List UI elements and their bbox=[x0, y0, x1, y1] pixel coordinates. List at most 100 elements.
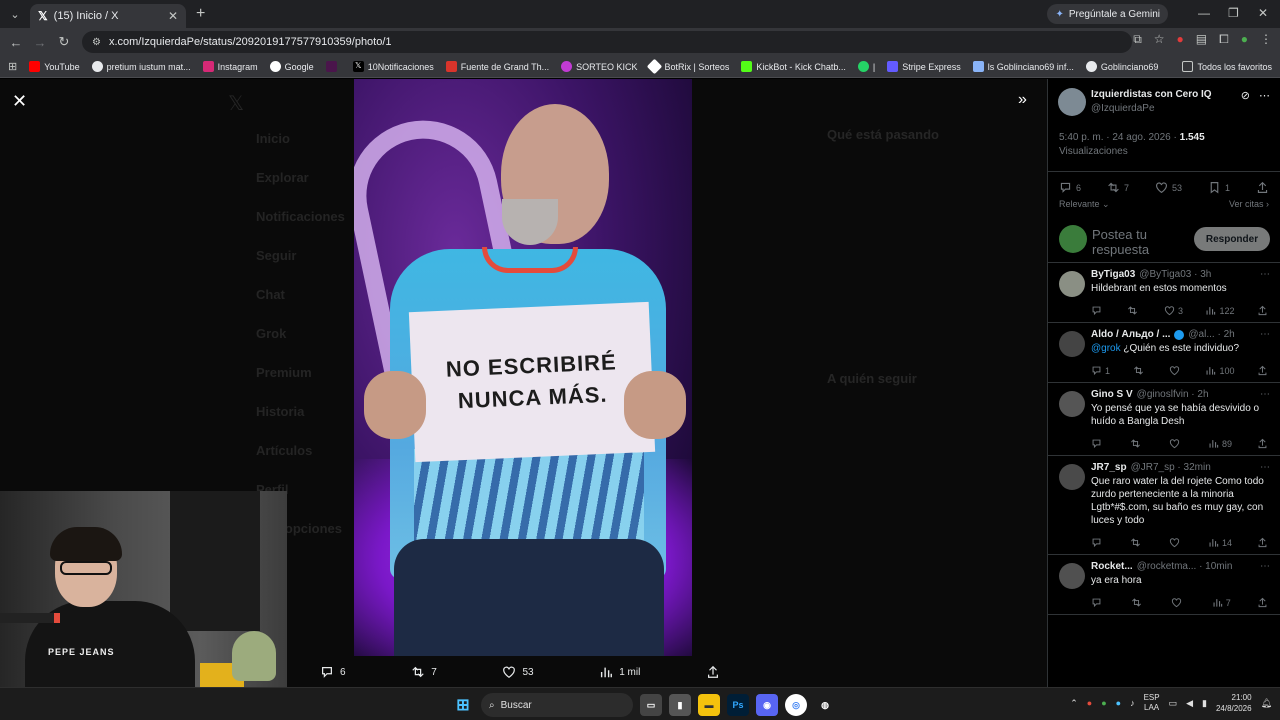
minimize-icon[interactable]: — bbox=[1198, 6, 1210, 20]
sort-relevance-dropdown[interactable]: Relevante ⌄ bbox=[1059, 199, 1110, 217]
reply-reply-button[interactable] bbox=[1091, 438, 1105, 449]
bookmark-sorteo-kick[interactable]: SORTEO KICK bbox=[561, 61, 637, 72]
app-icon[interactable]: ▮ bbox=[669, 694, 691, 716]
view-quotes-link[interactable]: Ver citas › bbox=[1229, 199, 1269, 217]
apps-grid-icon[interactable]: ⊞ bbox=[8, 60, 17, 73]
bookmark-youtube[interactable]: YouTube bbox=[29, 61, 80, 72]
more-options-icon[interactable]: ⋯ bbox=[1260, 269, 1270, 280]
photo-like-button[interactable]: 53 bbox=[502, 665, 534, 679]
reply-avatar[interactable] bbox=[1059, 563, 1085, 589]
reply-share-button[interactable] bbox=[1257, 438, 1268, 449]
taskbar-search[interactable]: ⌕ Buscar bbox=[481, 693, 633, 717]
reply-repost-button[interactable] bbox=[1130, 537, 1144, 548]
reply-views-button[interactable]: 7 bbox=[1212, 597, 1231, 608]
bookmark-goblinciano[interactable]: Goblinciano69 bbox=[1085, 61, 1158, 72]
reply-author-name[interactable]: Aldo / Альдо / ... bbox=[1091, 329, 1170, 340]
new-tab-icon[interactable]: + bbox=[196, 5, 205, 23]
address-bar[interactable]: ⚙ x.com/IzquierdaPe/status/2092019177577… bbox=[82, 31, 1132, 53]
reply-button[interactable]: 6 bbox=[1059, 181, 1081, 194]
notifications-bell-icon[interactable]: 🔔︎ bbox=[1261, 698, 1272, 709]
reply-views-button[interactable]: 122 bbox=[1205, 305, 1235, 316]
reply-reply-button[interactable] bbox=[1091, 597, 1105, 608]
file-explorer-icon[interactable]: ▬ bbox=[698, 694, 720, 716]
photo-reply-button[interactable]: 6 bbox=[320, 665, 346, 679]
chrome-icon[interactable]: ◎ bbox=[785, 694, 807, 716]
reply-item[interactable]: ByTiga03 @ByTiga03 · 3h ⋯ Hildebrant en e… bbox=[1048, 263, 1280, 323]
reply-views-button[interactable]: 89 bbox=[1208, 438, 1232, 449]
photo-repost-button[interactable]: 7 bbox=[411, 665, 437, 679]
collapse-sidebar-icon[interactable]: » bbox=[1018, 91, 1027, 109]
discord-icon[interactable]: ◉ bbox=[756, 694, 778, 716]
site-info-icon[interactable]: ⚙ bbox=[92, 37, 101, 48]
back-icon[interactable]: ← bbox=[4, 35, 28, 50]
reply-item[interactable]: Gino S V @ginoslfvin · 2h ⋯ Yo pensé que … bbox=[1048, 383, 1280, 456]
extension-icon[interactable]: ▤ bbox=[1196, 32, 1207, 47]
more-options-icon[interactable]: ⋯ bbox=[1260, 389, 1270, 400]
bookmark-notificaciones[interactable]: 𝕏 10Notificaciones bbox=[352, 61, 434, 72]
reply-input[interactable]: Postea tu respuesta bbox=[1092, 227, 1172, 257]
reply-author-name[interactable]: Rocket... bbox=[1091, 561, 1133, 572]
more-options-icon[interactable]: ⋯ bbox=[1260, 561, 1270, 572]
share-button[interactable] bbox=[1256, 181, 1269, 194]
bookmark-slack[interactable] bbox=[325, 61, 341, 72]
tray-chevron-icon[interactable]: ⌃ bbox=[1070, 698, 1078, 709]
tray-mic-icon[interactable]: ♪ bbox=[1130, 698, 1135, 708]
all-bookmarks-folder[interactable]: Todos los favoritos bbox=[1182, 61, 1272, 72]
chrome-menu-icon[interactable]: ⋮ bbox=[1260, 32, 1272, 47]
more-options-icon[interactable]: ⋯ bbox=[1260, 329, 1270, 340]
bookmark-pretium[interactable]: pretium iustum mat... bbox=[91, 61, 191, 72]
tray-app-icon[interactable]: ● bbox=[1087, 698, 1092, 708]
obs-icon[interactable]: ◍ bbox=[814, 694, 836, 716]
reply-avatar[interactable] bbox=[1059, 391, 1085, 417]
restore-icon[interactable]: ❐ bbox=[1228, 6, 1239, 20]
author-name[interactable]: Izquierdistas con Cero IQ bbox=[1091, 89, 1212, 100]
more-options-icon[interactable]: ⋯ bbox=[1260, 462, 1270, 473]
bookmark-kickbot[interactable]: KickBot - Kick Chatb... bbox=[741, 61, 846, 72]
forward-icon[interactable]: → bbox=[28, 35, 52, 50]
photo-views-button[interactable]: 1 mil bbox=[599, 665, 640, 679]
author-avatar[interactable] bbox=[1058, 88, 1086, 116]
reply-author-name[interactable]: Gino S V bbox=[1091, 389, 1133, 400]
reply-like-button[interactable]: 3 bbox=[1164, 305, 1183, 316]
reply-avatar[interactable] bbox=[1059, 464, 1085, 490]
language-indicator[interactable]: ESP LAA bbox=[1144, 693, 1160, 713]
tab-close-icon[interactable]: ✕ bbox=[168, 9, 178, 23]
window-close-icon[interactable]: ✕ bbox=[1258, 6, 1268, 20]
reply-avatar[interactable] bbox=[1059, 271, 1085, 297]
bookmark-whatsapp[interactable]: | bbox=[857, 61, 875, 72]
author-handle[interactable]: @IzquierdaPe bbox=[1091, 103, 1155, 114]
photo-share-button[interactable] bbox=[706, 665, 720, 679]
bookmark-google[interactable]: Google bbox=[269, 61, 314, 72]
reply-repost-button[interactable] bbox=[1127, 305, 1141, 316]
reply-submit-button[interactable]: Responder bbox=[1194, 227, 1270, 251]
repost-button[interactable]: 7 bbox=[1107, 181, 1129, 194]
tray-app-icon[interactable]: ● bbox=[1116, 698, 1121, 708]
browser-tab[interactable]: 𝕏 (15) Inicio / X ✕ bbox=[30, 4, 186, 28]
network-icon[interactable]: ▭ bbox=[1169, 698, 1178, 709]
reply-like-button[interactable] bbox=[1169, 537, 1183, 548]
reload-icon[interactable]: ↻ bbox=[52, 34, 76, 50]
bookmark-instagram[interactable]: Instagram bbox=[202, 61, 258, 72]
reply-reply-button[interactable]: 1 bbox=[1091, 365, 1110, 376]
reply-reply-button[interactable] bbox=[1091, 537, 1105, 548]
reply-like-button[interactable] bbox=[1169, 438, 1183, 449]
grok-icon[interactable]: ⊘ bbox=[1241, 89, 1250, 102]
reply-author-name[interactable]: ByTiga03 bbox=[1091, 269, 1135, 280]
photoshop-icon[interactable]: Ps bbox=[727, 694, 749, 716]
reply-like-button[interactable] bbox=[1171, 597, 1185, 608]
gemini-button[interactable]: ✦ Pregúntale a Gemini bbox=[1047, 4, 1168, 24]
reply-share-button[interactable] bbox=[1257, 305, 1268, 316]
windows-start-icon[interactable]: ⊞ bbox=[452, 694, 474, 716]
task-view-icon[interactable]: ▭ bbox=[640, 694, 662, 716]
reply-like-button[interactable] bbox=[1169, 365, 1183, 376]
install-app-icon[interactable]: ⧉ bbox=[1133, 32, 1142, 47]
reply-share-button[interactable] bbox=[1257, 597, 1268, 608]
close-photo-icon[interactable]: ✕ bbox=[12, 91, 27, 112]
reply-views-button[interactable]: 14 bbox=[1208, 537, 1232, 548]
tab-search-icon[interactable]: ⌄ bbox=[4, 3, 26, 25]
reply-item[interactable]: Aldo / Альдо / ... @al... · 2h ⋯ @grok ¿Q… bbox=[1048, 323, 1280, 383]
taskbar-clock[interactable]: 21:00 24/8/2026 bbox=[1216, 692, 1252, 714]
battery-icon[interactable]: ▮ bbox=[1202, 698, 1207, 709]
reply-repost-button[interactable] bbox=[1131, 597, 1145, 608]
reply-share-button[interactable] bbox=[1257, 365, 1268, 376]
